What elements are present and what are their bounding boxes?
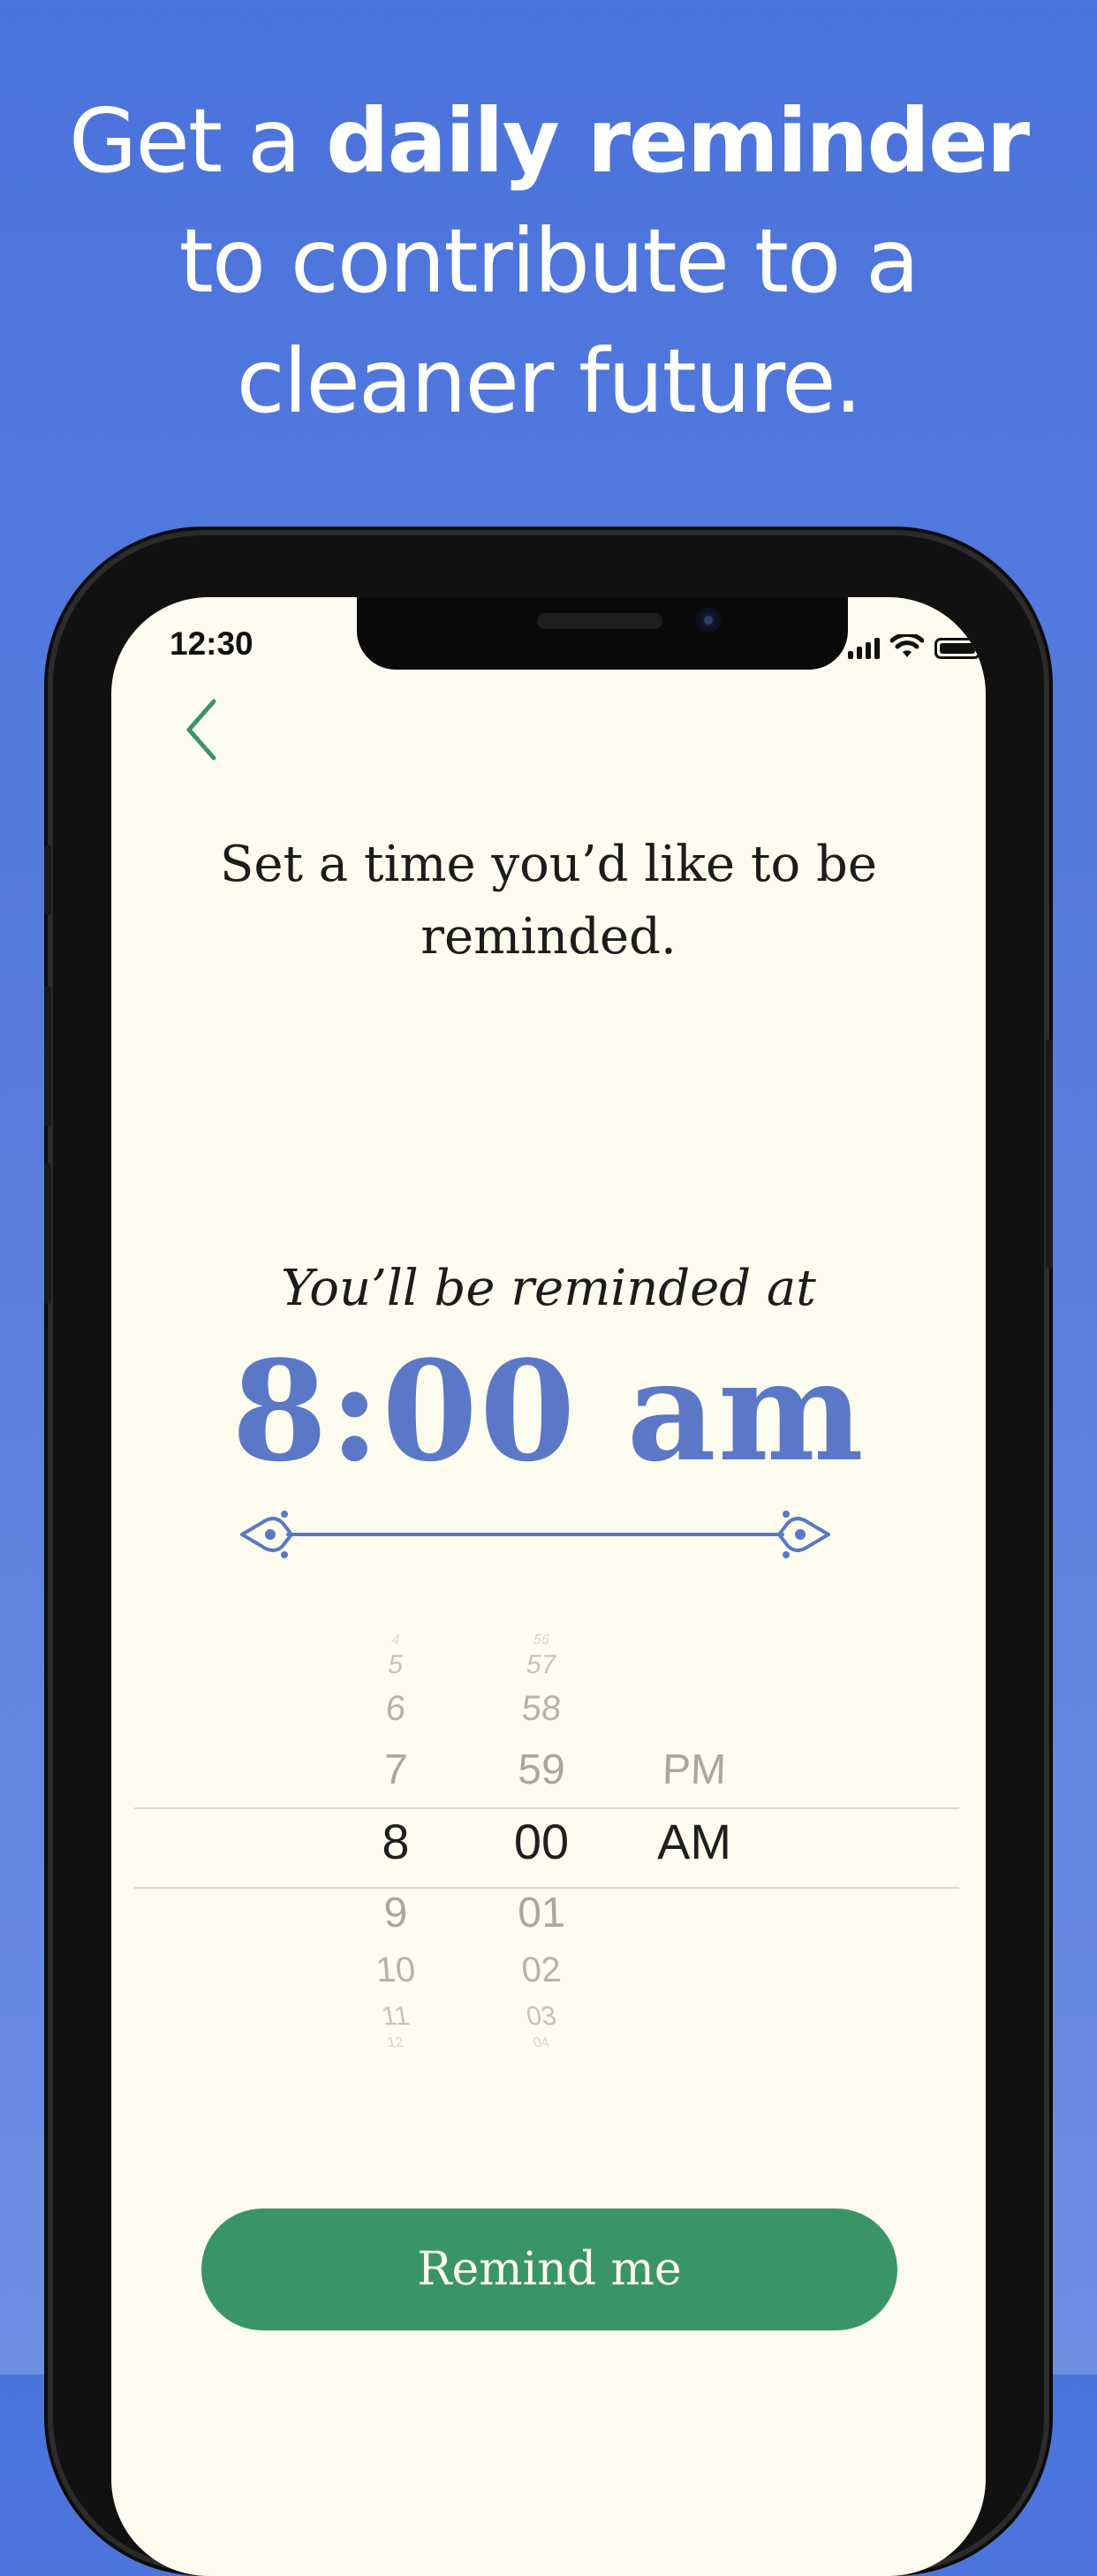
remind-me-button[interactable]: Remind me	[201, 2209, 897, 2330]
cellular-signal-icon	[848, 636, 880, 659]
picker-minute-option[interactable]: 59	[517, 1746, 565, 1794]
back-button[interactable]	[173, 694, 226, 765]
picker-hour-option[interactable]: 6	[384, 1689, 407, 1729]
marketing-headline: Get a daily reminder to contribute to a …	[0, 81, 1097, 442]
picker-minute-option[interactable]: 02	[520, 1951, 563, 1990]
picker-period-option[interactable]: AM	[657, 1813, 731, 1870]
mute-switch	[44, 845, 51, 915]
front-camera	[696, 608, 721, 633]
chevron-left-icon	[186, 699, 216, 761]
earpiece-speaker	[537, 613, 662, 629]
picker-hour-option[interactable]: 5	[386, 1650, 405, 1680]
picker-minute-option[interactable]: 01	[517, 1889, 565, 1937]
picker-period-option[interactable]: PM	[662, 1746, 727, 1794]
notch	[357, 597, 848, 670]
wifi-icon	[890, 634, 924, 657]
headline-pre: Get a	[68, 89, 326, 193]
picker-hour-option[interactable]: 8	[382, 1813, 409, 1870]
page-prompt: Set a time you’d like to be reminded.	[219, 836, 878, 966]
picker-hour-option[interactable]: 10	[374, 1951, 417, 1990]
picker-hour-option[interactable]: 4	[390, 1633, 402, 1648]
picker-hour-option[interactable]: 9	[383, 1889, 408, 1937]
battery-icon	[934, 638, 985, 659]
headline-bold: daily reminder	[325, 89, 1030, 193]
picker-minute-option[interactable]: 57	[524, 1650, 559, 1680]
picker-hour-option[interactable]: 11	[380, 2002, 412, 2032]
picker-minute-option[interactable]: 56	[532, 1633, 551, 1648]
headline-line-1: Get a daily reminder	[0, 81, 1097, 201]
power-button	[1046, 1039, 1053, 1269]
status-bar-icons	[848, 629, 985, 659]
reminder-subtitle: You’ll be reminded at	[281, 1260, 816, 1317]
picker-minute-option[interactable]: 03	[524, 2002, 558, 2032]
picker-minute-option[interactable]: 00	[514, 1813, 569, 1870]
picker-minute-option[interactable]: 04	[532, 2035, 551, 2051]
picker-minute-option[interactable]: 58	[520, 1689, 563, 1729]
volume-up-button	[44, 986, 51, 1127]
picker-hour-option[interactable]: 7	[383, 1746, 408, 1794]
volume-down-button	[44, 1163, 51, 1304]
headline-line-3: cleaner future.	[236, 330, 863, 433]
headline-line-2: to contribute to a	[178, 209, 920, 313]
picker-hour-option[interactable]: 12	[386, 2035, 405, 2051]
time-picker[interactable]: 4 5 6 7 8 9 10 11 12 56 57 58 59 00 01 02 03 04 PM AM	[111, 1633, 986, 2099]
picker-selection-top-line	[134, 1807, 959, 1809]
status-bar-time: 12:30	[170, 625, 253, 662]
app-screen: 12:30 Set a time you’d like to be remind…	[111, 597, 986, 2576]
phone-frame: 12:30 Set a time you’d like to be remind…	[44, 535, 1053, 2576]
ornamental-divider	[240, 1511, 830, 1558]
selected-time-display: 8:00 am	[231, 1330, 866, 1492]
